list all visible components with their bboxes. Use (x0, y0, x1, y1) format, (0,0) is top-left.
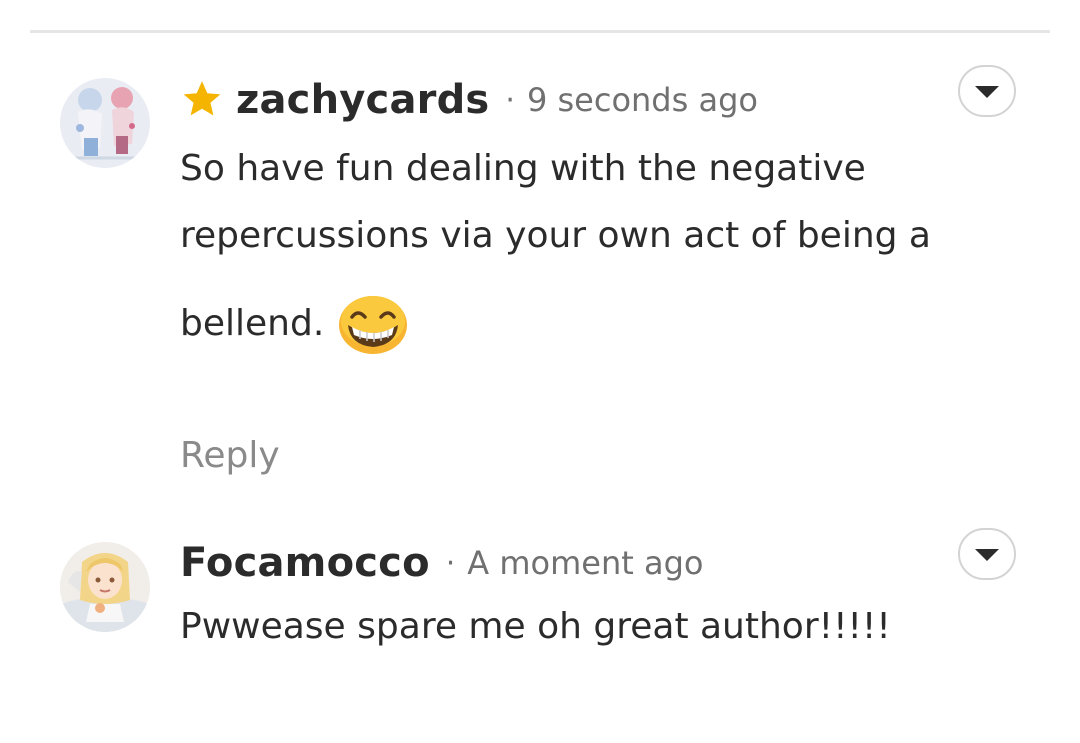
top-divider (30, 30, 1050, 33)
chevron-down-icon (975, 549, 999, 561)
comment-line: Pwwease spare me oh great author!!!!! (180, 606, 891, 647)
comment-line: So have fun dealing with the negative (180, 148, 866, 189)
comment-header: zachycards · 9 seconds ago (180, 75, 758, 125)
reply-button[interactable]: Reply (180, 435, 280, 476)
comment-menu-button[interactable] (958, 528, 1016, 580)
username[interactable]: zachycards (236, 77, 489, 123)
star-icon (180, 78, 224, 122)
chevron-down-icon (975, 86, 999, 98)
comment-header: Focamocco · A moment ago (180, 538, 703, 588)
avatar[interactable] (60, 78, 150, 168)
username[interactable]: Focamocco (180, 540, 430, 586)
timestamp[interactable]: 9 seconds ago (527, 81, 758, 119)
comment-line-text: bellend. (180, 303, 325, 344)
comment-body: Pwwease spare me oh great author!!!!! (180, 606, 980, 666)
comment-menu-button[interactable] (958, 65, 1016, 117)
timestamp[interactable]: A moment ago (467, 544, 703, 582)
comment-line: repercussions via your own act of being … (180, 215, 931, 256)
comment-body: So have fun dealing with the negative re… (180, 140, 980, 380)
avatar[interactable] (60, 542, 150, 632)
separator-dot: · (505, 82, 515, 118)
separator-dot: · (445, 545, 456, 581)
comment-line-last: bellend. (180, 295, 408, 355)
grinning-face-icon (338, 295, 408, 355)
